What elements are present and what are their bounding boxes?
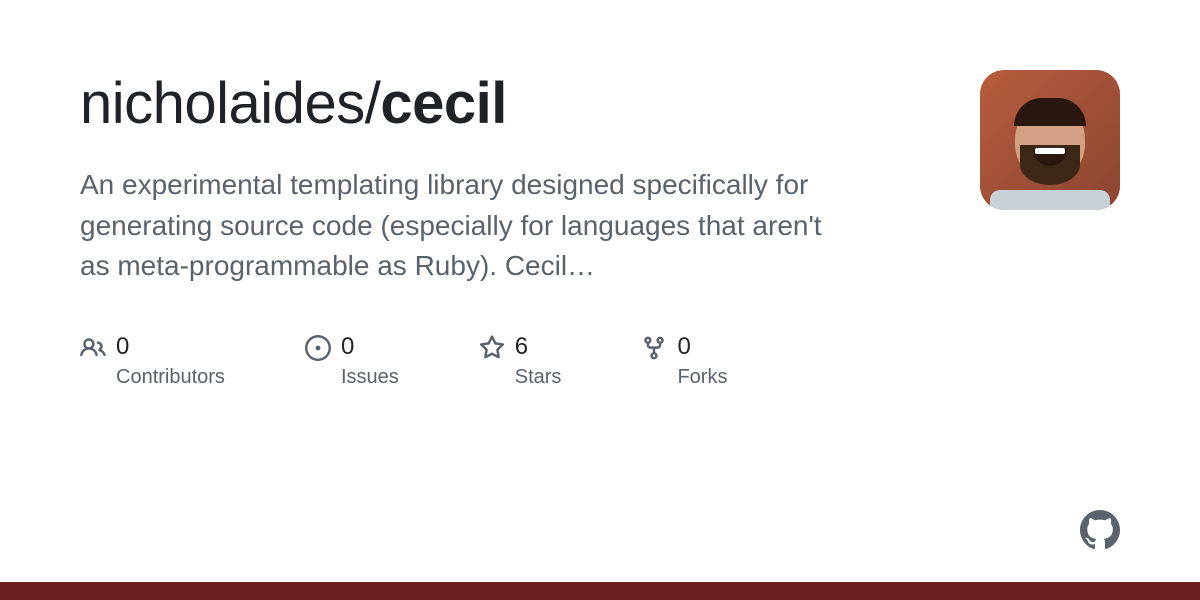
right-panel [980, 70, 1120, 600]
issues-count: 0 [341, 333, 399, 362]
github-logo-icon[interactable] [1080, 510, 1120, 550]
stat-text: 6 Stars [515, 333, 562, 389]
issues-icon [305, 335, 331, 361]
stat-text: 0 Contributors [116, 333, 225, 389]
forks-count: 0 [677, 333, 727, 362]
stat-stars[interactable]: 6 Stars [479, 333, 562, 389]
repo-stats: 0 Contributors 0 Issues 6 St [80, 333, 840, 389]
repo-card: nicholaides/cecil An experimental templa… [0, 0, 1200, 600]
accent-bar [0, 582, 1200, 600]
avatar[interactable] [980, 70, 1120, 210]
repo-title[interactable]: nicholaides/cecil [80, 70, 840, 137]
fork-icon [641, 335, 667, 361]
repo-description: An experimental templating library desig… [80, 165, 840, 287]
repo-owner: nicholaides [80, 71, 365, 136]
issues-label: Issues [341, 366, 399, 389]
contributors-label: Contributors [116, 366, 225, 389]
stars-count: 6 [515, 333, 562, 362]
stat-forks[interactable]: 0 Forks [641, 333, 727, 389]
stat-issues[interactable]: 0 Issues [305, 333, 399, 389]
stars-label: Stars [515, 366, 562, 389]
forks-label: Forks [677, 366, 727, 389]
stat-contributors[interactable]: 0 Contributors [80, 333, 225, 389]
stat-text: 0 Issues [341, 333, 399, 389]
contributors-icon [80, 335, 106, 361]
repo-content: nicholaides/cecil An experimental templa… [80, 70, 840, 600]
repo-name: cecil [380, 71, 507, 136]
stat-text: 0 Forks [677, 333, 727, 389]
star-icon [479, 335, 505, 361]
contributors-count: 0 [116, 333, 225, 362]
